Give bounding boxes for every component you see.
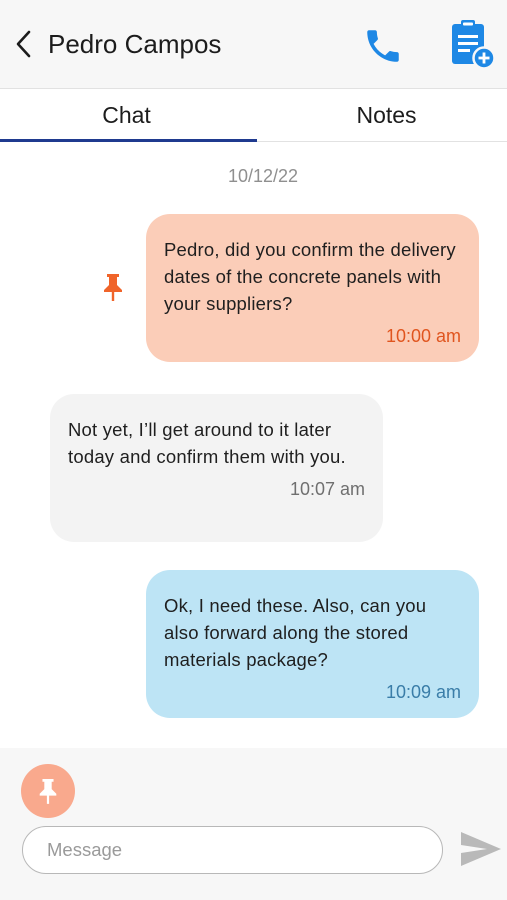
- phone-icon: [367, 30, 399, 62]
- pin-button[interactable]: [21, 764, 75, 818]
- call-button[interactable]: [360, 24, 406, 68]
- message-text: Pedro, did you confirm the delivery date…: [164, 239, 456, 314]
- tab-bar: Chat Notes: [0, 88, 507, 142]
- message-text: Not yet, I’ll get around to it later tod…: [68, 419, 346, 467]
- date-separator: 10/12/22: [227, 166, 299, 186]
- back-button[interactable]: [8, 24, 40, 64]
- chat-header: Pedro Campos: [0, 0, 507, 88]
- message-composer: [0, 748, 507, 900]
- tab-notes-label: Notes: [356, 101, 417, 128]
- message-timestamp: 10:07 am: [289, 479, 365, 499]
- send-button[interactable]: [458, 828, 504, 870]
- message-timestamp: 10:09 am: [385, 682, 461, 702]
- contact-name: Pedro Campos: [48, 29, 222, 59]
- clipboard-add-icon: [452, 20, 496, 70]
- message-timestamp: 10:00 am: [385, 326, 461, 346]
- add-note-button[interactable]: [446, 18, 498, 70]
- tab-notes[interactable]: Notes: [260, 89, 507, 141]
- message-bubble-incoming[interactable]: Not yet, I’ll get around to it later tod…: [50, 394, 383, 542]
- message-input[interactable]: [22, 826, 443, 874]
- chevron-left-icon: [16, 30, 31, 58]
- message-list[interactable]: 10/12/22 Pedro, did you confirm the deli…: [0, 142, 507, 748]
- tab-chat[interactable]: Chat: [0, 89, 253, 141]
- message-bubble-outgoing[interactable]: Ok, I need these. Also, can you also for…: [146, 570, 479, 718]
- tab-chat-label: Chat: [102, 101, 151, 128]
- message-bubble-outgoing[interactable]: Pedro, did you confirm the delivery date…: [146, 214, 479, 362]
- send-icon: [461, 832, 501, 866]
- pin-icon: [39, 779, 57, 804]
- message-text: Ok, I need these. Also, can you also for…: [164, 595, 427, 670]
- pin-icon: [104, 274, 122, 301]
